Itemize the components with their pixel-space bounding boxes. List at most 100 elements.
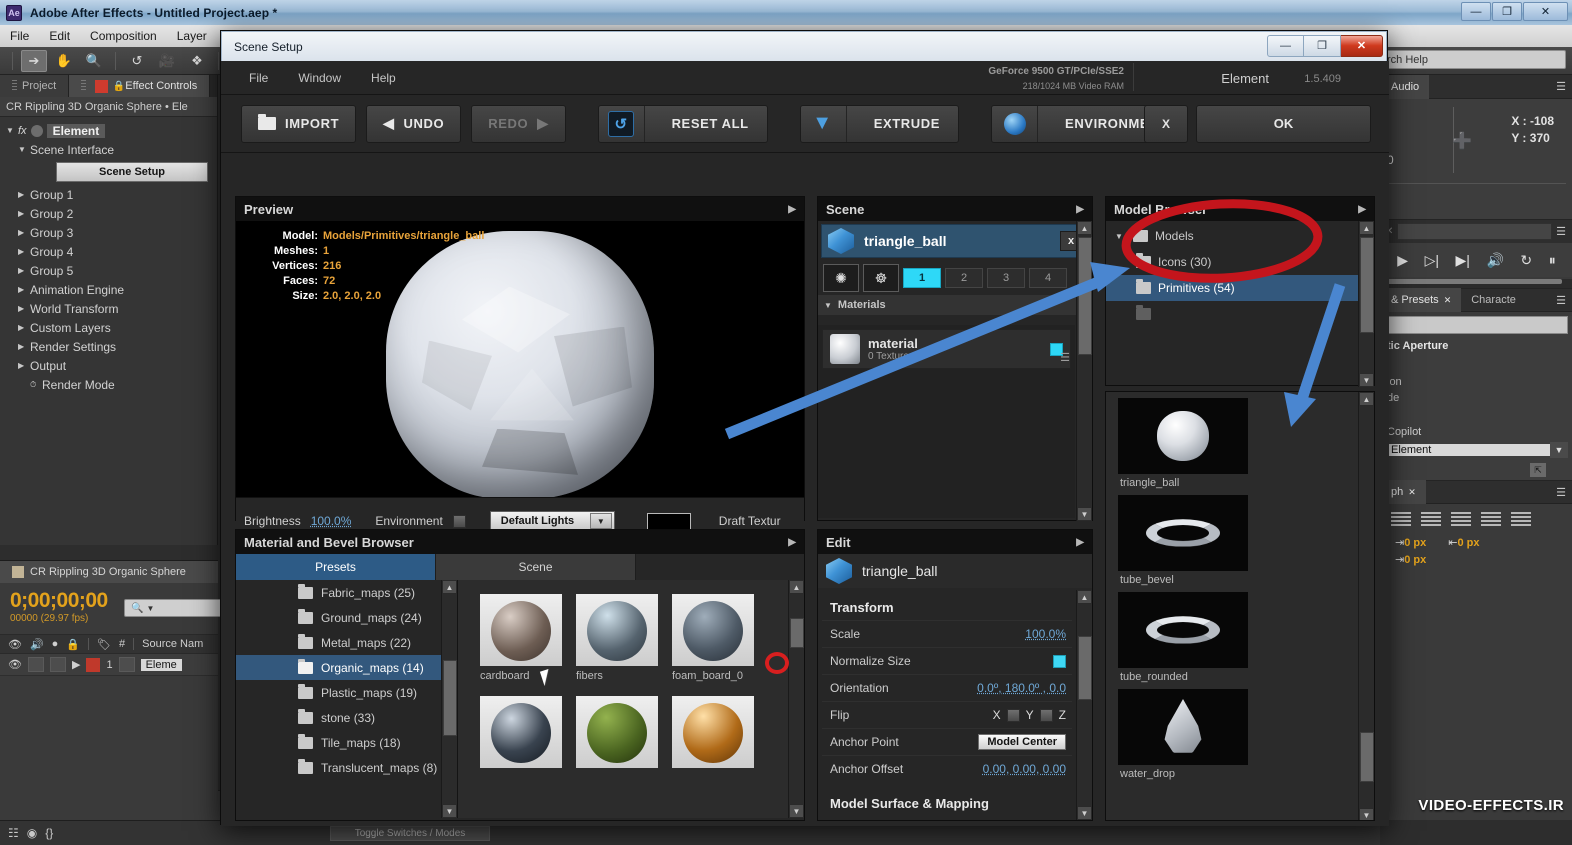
menu-edit[interactable]: Edit	[49, 29, 70, 43]
scrollbar-thumb-3[interactable]	[1078, 237, 1092, 355]
row-group-2[interactable]: ▶ Group 2	[0, 204, 217, 223]
close-icon-3[interactable]: ✕	[1408, 487, 1416, 498]
property-scale[interactable]: Scale 100.0%	[822, 620, 1072, 647]
motion-blur-icon[interactable]: ◉	[27, 826, 37, 840]
comp-flowchart-icon[interactable]: ☷	[8, 826, 19, 840]
chevron-right-icon[interactable]: ▶	[18, 190, 30, 199]
environment-checkbox[interactable]	[452, 514, 466, 528]
scale-value[interactable]: 100.0%	[1025, 627, 1066, 641]
scroll-down-icon-4[interactable]: ▼	[1077, 806, 1092, 820]
materials-section-header[interactable]: ▼ Materials	[818, 295, 1092, 315]
folder-plastic-maps[interactable]: Plastic_maps (19)	[236, 680, 457, 705]
draft-texture-label[interactable]: Draft Textur	[719, 514, 781, 528]
chevron-right-icon[interactable]: ▶	[18, 361, 30, 370]
chevron-right-icon[interactable]: ▶	[18, 209, 30, 218]
close-icon-2[interactable]: ✕	[1444, 295, 1452, 306]
orientation-value[interactable]: 0.0º, 180.0º , 0.0	[977, 681, 1066, 695]
replicator-icon[interactable]: ☸	[863, 264, 899, 292]
folder-tile-maps[interactable]: Tile_maps (18)	[236, 730, 457, 755]
menu-layer[interactable]: Layer	[177, 29, 207, 43]
ae-close-button[interactable]: ✕	[1523, 2, 1568, 21]
folder-stone[interactable]: stone (33)	[236, 705, 457, 730]
scrollbar-thumb[interactable]	[443, 660, 457, 736]
property-anchor-offset[interactable]: Anchor Offset 0.00, 0.00, 0.00	[822, 755, 1072, 782]
chevron-right-icon[interactable]: ▶	[18, 342, 30, 351]
preview-viewport[interactable]: Model: Models/Primitives/triangle_ball Me…	[236, 221, 804, 497]
scroll-up-icon-3[interactable]: ▲	[1077, 221, 1092, 235]
anchor-offset-value[interactable]: 0.00, 0.00, 0.00	[983, 762, 1066, 776]
model-list-scrollbar[interactable]: ▲ ▼	[1358, 392, 1374, 820]
group-slot-1[interactable]: 1	[903, 268, 941, 288]
row-group-1[interactable]: ▶ Group 1	[0, 185, 217, 204]
group-slot-3[interactable]: 3	[987, 268, 1025, 288]
model-cell-tube-rounded[interactable]: tube_rounded	[1118, 592, 1248, 683]
scroll-up-icon-4[interactable]: ▲	[1077, 590, 1092, 604]
scroll-down-icon-2[interactable]: ▼	[789, 804, 804, 818]
model-cell-tube-bevel[interactable]: tube_bevel	[1118, 495, 1248, 586]
preset-item-copilot[interactable]: Copilot	[1381, 424, 1572, 440]
scroll-up-icon-6[interactable]: ▲	[1359, 392, 1374, 406]
scroll-down-icon-6[interactable]: ▼	[1359, 808, 1374, 820]
scrollbar-thumb-4[interactable]	[1078, 636, 1092, 700]
align-left-icon[interactable]	[1391, 512, 1411, 526]
rotation-tool-icon[interactable]: ↺	[124, 50, 150, 72]
zoom-tool-icon[interactable]: 🔍	[81, 50, 107, 72]
row-scene-interface[interactable]: ▼ Scene Interface	[0, 140, 217, 159]
ram-preview-icon[interactable]: ⏸	[1549, 252, 1556, 269]
number-icon[interactable]: #	[119, 638, 125, 650]
row-custom-layers[interactable]: ▶ Custom Layers	[0, 318, 217, 337]
group-slot-2[interactable]: 2	[945, 268, 983, 288]
model-cell-triangle-ball[interactable]: triangle_ball	[1118, 398, 1248, 489]
material-cell[interactable]: fibers	[576, 594, 658, 682]
apply-icon[interactable]: ⇱	[1530, 463, 1546, 477]
indent-first-field[interactable]: ⇥0 px	[1395, 553, 1426, 566]
chevron-right-icon[interactable]: ▶	[18, 285, 30, 294]
folder-list-scrollbar[interactable]: ▲ ▼	[441, 580, 457, 818]
folder-metal-maps[interactable]: Metal_maps (22)	[236, 630, 457, 655]
chevron-right-icon-edit[interactable]: ▶	[1076, 537, 1084, 548]
normalize-size-checkbox[interactable]	[1053, 654, 1066, 668]
justify-all-icon[interactable]	[1511, 512, 1531, 526]
row-animation-engine[interactable]: ▶ Animation Engine	[0, 280, 217, 299]
toggle-switches-modes-button[interactable]: Toggle Switches / Modes	[330, 825, 490, 841]
row-world-transform[interactable]: ▶ World Transform	[0, 299, 217, 318]
material-cell[interactable]	[576, 696, 658, 768]
flip-x-checkbox[interactable]	[1006, 708, 1020, 722]
scene-setup-menu-file[interactable]: File	[249, 71, 268, 85]
chevron-down-icon-4[interactable]: ▼	[1550, 442, 1568, 458]
solo-icon[interactable]: ●	[52, 638, 59, 650]
material-cell[interactable]	[480, 696, 562, 768]
material-cell[interactable]: cardboard	[480, 594, 562, 682]
solo-cell[interactable]	[27, 657, 44, 672]
paragraph-panel-menu-icon[interactable]: ☰	[1556, 486, 1566, 499]
material-grid-scrollbar[interactable]: ▲ ▼	[788, 580, 804, 818]
extrude-button[interactable]: ▼ EXTRUDE	[799, 104, 960, 143]
element-selected-field[interactable]: Element ▼	[1385, 442, 1568, 458]
preview-panel-menu-icon[interactable]: ☰	[1556, 225, 1566, 238]
pan-behind-tool-icon[interactable]: ❖	[184, 50, 210, 72]
scene-setup-maximize-button[interactable]: ❐	[1304, 34, 1341, 57]
label-tag-icon[interactable]: 🏷	[97, 638, 111, 651]
lock-cell[interactable]	[49, 657, 66, 672]
scroll-up-icon-2[interactable]: ▲	[789, 580, 804, 594]
property-flip[interactable]: Flip X Y Z	[822, 701, 1072, 728]
cancel-button[interactable]: X	[1144, 104, 1188, 143]
flip-y-checkbox[interactable]	[1039, 708, 1053, 722]
loop-icon[interactable]: ↻	[1520, 252, 1532, 269]
menu-file[interactable]: File	[10, 29, 29, 43]
last-frame-icon[interactable]: ▶|	[1456, 252, 1470, 269]
scroll-up-icon-5[interactable]: ▲	[1359, 221, 1374, 235]
scene-panel-scrollbar[interactable]: ▲ ▼	[1076, 221, 1092, 521]
tree-item-hidden[interactable]	[1106, 301, 1374, 327]
tab-effect-controls[interactable]: 🔒 Effect Controls	[69, 75, 211, 97]
row-group-5[interactable]: ▶ Group 5	[0, 261, 217, 280]
lock-icon[interactable]: 🔒	[112, 80, 125, 93]
reset-all-button[interactable]: ↺ RESET ALL	[597, 104, 768, 143]
edit-panel-scrollbar[interactable]: ▲ ▼	[1076, 590, 1092, 820]
stopwatch-icon[interactable]: ⏱	[30, 380, 42, 390]
tab-presets[interactable]: Presets	[236, 554, 436, 580]
folder-translucent-maps[interactable]: Translucent_maps (8)	[236, 755, 457, 780]
model-tree-scrollbar[interactable]: ▲ ▼	[1358, 221, 1374, 387]
layer-name[interactable]: Eleme	[140, 658, 182, 671]
scrollbar-thumb-6[interactable]	[1360, 732, 1374, 782]
